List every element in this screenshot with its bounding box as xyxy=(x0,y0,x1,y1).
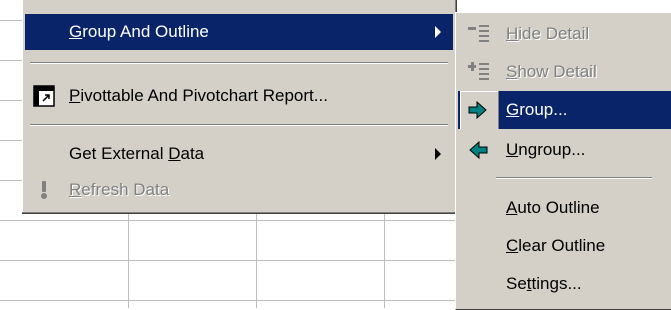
submenu-item-ungroup[interactable]: Ungroup... xyxy=(458,131,671,169)
hotkey-letter: A xyxy=(506,198,518,217)
hotkey-letter: G xyxy=(69,22,83,41)
menu-separator xyxy=(30,124,448,126)
label-rest: roup And Outline xyxy=(82,22,209,41)
show-detail-icon xyxy=(467,61,489,83)
hide-detail-icon xyxy=(467,23,489,45)
data-menu: Group And Outline Pivottable And Pivotch… xyxy=(22,0,457,214)
submenu-item-label: Auto Outline xyxy=(506,198,600,218)
submenu-item-label: Clear Outline xyxy=(506,236,605,256)
label-rest: lear Outline xyxy=(518,236,606,255)
label-rest: uto Outline xyxy=(517,198,600,217)
hotkey-letter: D xyxy=(168,144,181,163)
hotkey-letter: H xyxy=(506,24,519,43)
submenu-item-clear-outline[interactable]: Clear Outline xyxy=(458,227,671,265)
label-rest: ide Detail xyxy=(518,24,590,43)
menu-item-label: Pivottable And Pivotchart Report... xyxy=(69,86,328,106)
submenu-item-hide-detail[interactable]: Hide Detail xyxy=(458,15,671,53)
label-rest: Get External xyxy=(69,144,169,163)
hotkey-letter: U xyxy=(506,140,519,159)
hotkey-letter: R xyxy=(69,180,82,199)
label-rest: roup... xyxy=(519,100,568,119)
menu-item-pivottable-report[interactable]: Pivottable And Pivotchart Report... xyxy=(25,78,453,114)
submenu-item-label: Group... xyxy=(506,100,567,120)
hotkey-letter: G xyxy=(506,100,520,119)
label-rest: efresh Data xyxy=(81,180,170,199)
menu-item-label: Refresh Data xyxy=(69,180,169,200)
menu-item-group-and-outline[interactable]: Group And Outline xyxy=(25,14,453,50)
submenu-item-label: Show Detail xyxy=(506,62,597,82)
menu-item-get-external-data[interactable]: Get External Data xyxy=(25,136,453,172)
submenu-item-show-detail[interactable]: Show Detail xyxy=(458,53,671,91)
menu-item-label: Group And Outline xyxy=(69,22,209,42)
refresh-data-icon xyxy=(33,179,55,201)
group-and-outline-submenu: Hide Detail Show Detail Group... Ungroup… xyxy=(455,12,671,310)
submenu-item-auto-outline[interactable]: Auto Outline xyxy=(458,189,671,227)
hotkey-letter: P xyxy=(69,86,81,105)
menu-item-label: Get External Data xyxy=(69,144,204,164)
submenu-item-label: Settings... xyxy=(506,274,582,294)
menu-separator xyxy=(496,177,652,179)
label-rest: Se xyxy=(506,274,527,293)
group-arrow-icon xyxy=(467,99,489,121)
menu-item-refresh-data[interactable]: Refresh Data xyxy=(25,172,453,208)
menu-separator xyxy=(30,62,448,64)
label-rest: how Detail xyxy=(517,62,597,81)
label-rest: ivottable And Pivotchart Report... xyxy=(80,86,328,105)
pivottable-icon xyxy=(33,85,55,107)
submenu-item-settings[interactable]: Settings... xyxy=(458,265,671,303)
ungroup-arrow-icon xyxy=(467,139,489,161)
hotkey-letter: S xyxy=(506,62,518,81)
label-rest: ngroup... xyxy=(518,140,586,159)
submenu-item-group[interactable]: Group... xyxy=(458,91,671,129)
submenu-arrow-icon xyxy=(435,26,441,38)
submenu-item-label: Ungroup... xyxy=(506,140,585,160)
label-rest: tings... xyxy=(531,274,582,293)
submenu-arrow-icon xyxy=(435,148,441,160)
submenu-item-label: Hide Detail xyxy=(506,24,589,44)
hotkey-letter: C xyxy=(506,236,519,255)
label-rest: ata xyxy=(180,144,205,163)
